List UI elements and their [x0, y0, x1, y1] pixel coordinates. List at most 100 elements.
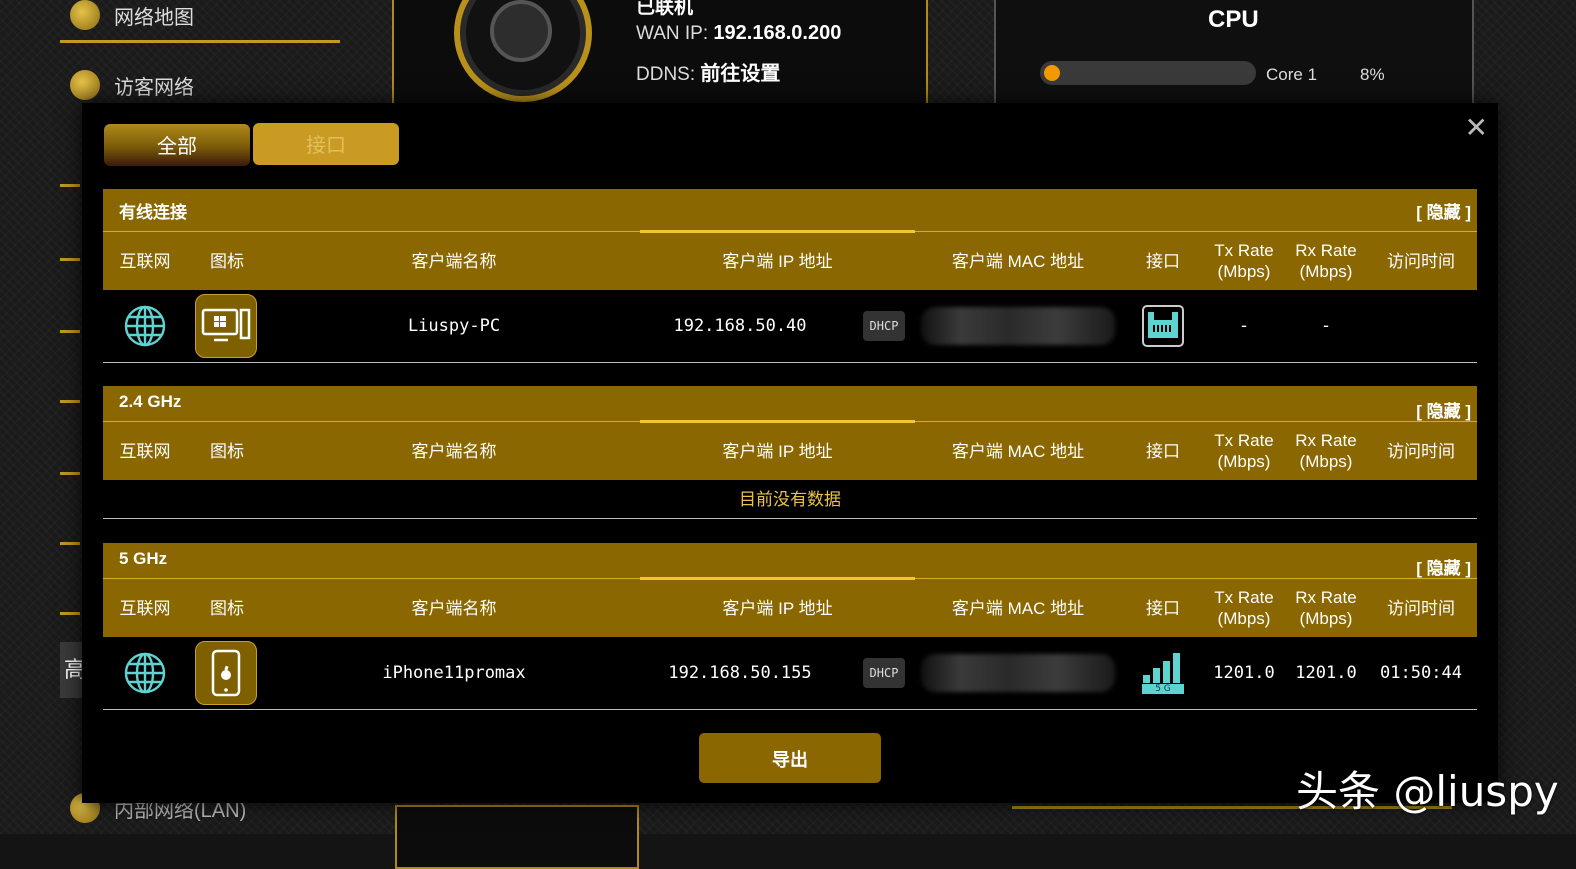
cpu-title: CPU: [1208, 6, 1259, 33]
ghz5-section: 5 GHz [ 隐藏 ] 互联网 图标 客户端名称 客户端 IP 地址 客户端 …: [103, 543, 1477, 710]
export-button[interactable]: 导出: [699, 733, 881, 783]
table-row[interactable]: iPhone11promax 192.168.50.155 DHCP 5 G 1…: [103, 637, 1477, 710]
col-interface[interactable]: 接口: [1127, 232, 1199, 290]
col-client-name[interactable]: 客户端名称: [273, 422, 635, 480]
wired-section: 有线连接 [ 隐藏 ] 互联网 图标 客户端名称 客户端 IP 地址 客户端 M…: [103, 189, 1477, 363]
tab-all[interactable]: 全部: [104, 124, 250, 166]
sidebar-item-guest-network[interactable]: 访客网络: [70, 70, 194, 100]
table-header: 互联网 图标 客户端名称 客户端 IP 地址 客户端 MAC 地址 接口 Tx …: [103, 230, 1477, 290]
col-access-time[interactable]: 访问时间: [1373, 579, 1469, 637]
section-title: 有线连接: [119, 202, 187, 222]
sidebar-divider: [60, 612, 80, 615]
col-interface[interactable]: 接口: [1127, 579, 1199, 637]
sidebar-divider: [60, 330, 80, 333]
client-ip: 192.168.50.40: [673, 316, 807, 336]
col-internet[interactable]: 互联网: [103, 579, 187, 637]
col-client-mac[interactable]: 客户端 MAC 地址: [915, 232, 1121, 290]
client-name[interactable]: iPhone11promax: [273, 637, 635, 709]
tx-rate: 1201.0: [1213, 663, 1275, 683]
internet-globe-icon: [103, 290, 187, 362]
col-icon[interactable]: 图标: [187, 422, 267, 480]
section-title: 2.4 GHz: [119, 392, 182, 411]
hide-button[interactable]: [ 隐藏 ]: [1416, 198, 1471, 223]
table-header: 互联网 图标 客户端名称 客户端 IP 地址 客户端 MAC 地址 接口 Tx …: [103, 577, 1477, 637]
ip-type-cell: DHCP: [859, 290, 909, 362]
client-mac-cell: [921, 290, 1115, 362]
sidebar-divider: [60, 542, 80, 545]
col-client-name[interactable]: 客户端名称: [273, 232, 635, 290]
apple-phone-icon[interactable]: [195, 641, 257, 705]
wifi-5g-signal-icon: 5 G: [1127, 637, 1199, 709]
col-interface[interactable]: 接口: [1127, 422, 1199, 480]
close-icon[interactable]: ✕: [1465, 111, 1488, 144]
wan-ip-value: 192.168.0.200: [713, 22, 842, 44]
mac-redacted: [921, 307, 1115, 345]
rx-rate: -: [1320, 316, 1332, 336]
empty-message: 目前没有数据: [103, 480, 1477, 519]
ip-type-badge: DHCP: [862, 311, 906, 341]
access-time: 01:50:44: [1380, 663, 1462, 683]
col-access-time[interactable]: 访问时间: [1373, 232, 1469, 290]
col-internet[interactable]: 互联网: [103, 422, 187, 480]
ip-type-badge: DHCP: [862, 658, 906, 688]
cpu-usage-fill: [1044, 65, 1060, 81]
band-label: 5 G: [1142, 683, 1184, 694]
col-icon[interactable]: 图标: [187, 232, 267, 290]
col-tx-rate[interactable]: Tx Rate (Mbps): [1203, 579, 1285, 637]
cpu-core-label: Core 1: [1266, 65, 1318, 84]
ddns-label: DDNS:: [636, 64, 696, 85]
col-rx-rate[interactable]: Rx Rate (Mbps): [1285, 579, 1367, 637]
guest-network-icon: [70, 70, 100, 100]
col-rx-rate-unit: (Mbps): [1299, 609, 1353, 628]
device-icon-cell: [195, 290, 257, 362]
col-access-time[interactable]: 访问时间: [1373, 422, 1469, 480]
watermark: 头条 @liuspy: [1296, 767, 1559, 816]
tx-rate: -: [1238, 316, 1250, 336]
col-tx-rate-label: Tx Rate: [1214, 241, 1274, 260]
ddns-line: DDNS: 前往设置: [636, 57, 780, 86]
section-title: 5 GHz: [119, 549, 168, 568]
col-rx-rate-label: Rx Rate: [1295, 588, 1357, 607]
col-rx-rate[interactable]: Rx Rate (Mbps): [1285, 422, 1367, 480]
network-map-icon: [70, 0, 100, 30]
internet-globe-icon: [454, 0, 592, 102]
access-time: [1373, 290, 1469, 362]
col-internet[interactable]: 互联网: [103, 232, 187, 290]
mac-redacted: [921, 654, 1115, 692]
col-rx-rate-label: Rx Rate: [1295, 241, 1357, 260]
sidebar-divider: [60, 258, 80, 261]
client-ip: 192.168.50.155: [668, 663, 812, 683]
col-icon[interactable]: 图标: [187, 579, 267, 637]
internet-status-panel: 已联机 WAN IP: 192.168.0.200 DDNS: 前往设置: [392, 0, 928, 107]
hide-button[interactable]: [ 隐藏 ]: [1416, 397, 1471, 422]
ddns-link[interactable]: 前往设置: [700, 63, 780, 85]
sidebar-active-underline: [60, 40, 340, 43]
ip-type-cell: DHCP: [859, 637, 909, 709]
background-panel-bottom: [395, 805, 639, 869]
cpu-usage-bar: [1040, 61, 1256, 85]
rx-rate: 1201.0: [1295, 663, 1357, 683]
col-client-mac[interactable]: 客户端 MAC 地址: [915, 579, 1121, 637]
col-client-ip[interactable]: 客户端 IP 地址: [640, 579, 915, 637]
client-name[interactable]: Liuspy-PC: [273, 290, 635, 362]
col-tx-rate-unit: (Mbps): [1217, 609, 1271, 628]
col-client-ip[interactable]: 客户端 IP 地址: [640, 232, 915, 290]
hide-button[interactable]: [ 隐藏 ]: [1416, 554, 1471, 579]
ghz24-section: 2.4 GHz [ 隐藏 ] 互联网 图标 客户端名称 客户端 IP 地址 客户…: [103, 386, 1477, 519]
col-client-ip[interactable]: 客户端 IP 地址: [640, 422, 915, 480]
table-row[interactable]: Liuspy-PC 192.168.50.40 DHCP - -: [103, 290, 1477, 363]
windows-pc-icon[interactable]: [195, 294, 257, 358]
col-tx-rate-unit: (Mbps): [1217, 452, 1271, 471]
sidebar-item-network-map[interactable]: 网络地图: [70, 0, 194, 30]
col-client-name[interactable]: 客户端名称: [273, 579, 635, 637]
col-tx-rate[interactable]: Tx Rate (Mbps): [1203, 422, 1285, 480]
col-client-mac[interactable]: 客户端 MAC 地址: [915, 422, 1121, 480]
cpu-panel: CPU Core 1 8%: [994, 0, 1474, 105]
col-rx-rate-label: Rx Rate: [1295, 431, 1357, 450]
col-tx-rate[interactable]: Tx Rate (Mbps): [1203, 232, 1285, 290]
col-tx-rate-label: Tx Rate: [1214, 431, 1274, 450]
col-rx-rate[interactable]: Rx Rate (Mbps): [1285, 232, 1367, 290]
ethernet-icon: [1127, 290, 1199, 362]
tab-interface[interactable]: 接口: [253, 123, 399, 165]
col-tx-rate-unit: (Mbps): [1217, 262, 1271, 281]
